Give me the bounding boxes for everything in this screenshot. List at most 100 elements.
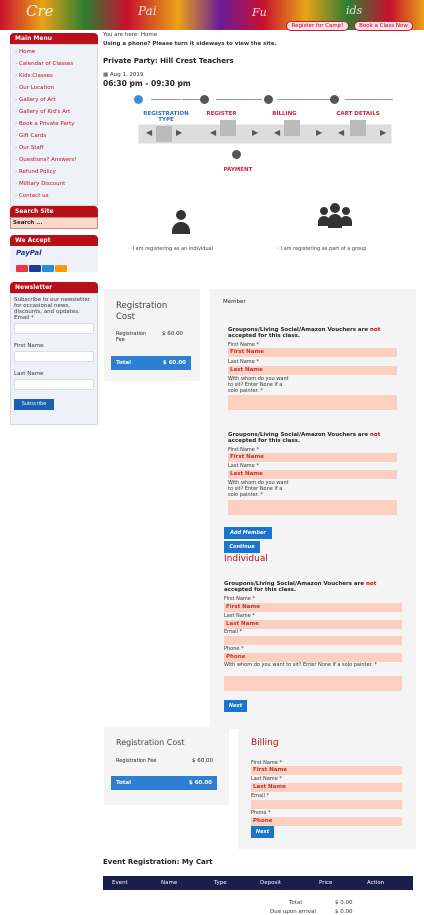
voucher-warning: Groupons/Living Social/Amazon Vouchers a… [224, 581, 404, 593]
add-member-button[interactable]: Add Member [224, 527, 272, 539]
sidebar-item-gift-cards[interactable]: Gift Cards [11, 130, 97, 142]
event-date-text: Aug 1, 2019 [109, 72, 144, 78]
next-button[interactable]: Next [224, 700, 247, 712]
step-line [278, 99, 330, 100]
total-label: Total [116, 360, 132, 366]
radio-group[interactable]: ◦ I am registering as part of a group [276, 246, 366, 252]
sit-with-textarea[interactable] [228, 500, 397, 515]
step-line [216, 99, 262, 100]
phone-input[interactable]: Phone [224, 653, 402, 662]
sidebar-item-kids-classes[interactable]: Kids Classes [11, 70, 97, 82]
registration-cost-panel-2: Registration Cost Registration Fee $ 60.… [104, 727, 229, 805]
paypal-text: PayPal [16, 249, 42, 257]
last-name-input[interactable]: Last Name [228, 470, 397, 479]
radio-group-label: I am registering as part of a group [280, 246, 367, 252]
first-name-input[interactable]: First Name [228, 453, 397, 462]
step-line [151, 99, 181, 100]
step-indicator-5 [232, 150, 241, 159]
first-name-field[interactable] [14, 351, 94, 362]
sidebar-item-calendar[interactable]: Calendar of Classes [11, 58, 97, 70]
member-label: Member [223, 299, 246, 305]
arrow-right-icon[interactable]: ▶ [252, 128, 258, 137]
step-thumb[interactable] [284, 120, 300, 136]
billing-title: Billing [251, 738, 279, 748]
billing-email-input[interactable] [251, 800, 402, 809]
arrow-right-icon[interactable]: ▶ [176, 128, 182, 137]
step-label-billing[interactable]: BILLING [262, 111, 307, 117]
email-field[interactable] [14, 323, 94, 334]
sidebar-item-private-party[interactable]: Book a Private Party [11, 118, 97, 130]
first-name-label: First Name [14, 343, 44, 349]
step-line [345, 99, 393, 100]
cart-table-header: Event Name Type Deposit Price Action [103, 876, 413, 890]
total-value: $ 60.00 [162, 360, 186, 366]
sidebar-item-staff[interactable]: Our Staff [11, 142, 97, 154]
phone-label: Phone * [224, 646, 244, 652]
sidebar-item-refund[interactable]: Refund Policy [11, 166, 97, 178]
cart-total-value: $ 0.00 [335, 900, 353, 906]
radio-individual-label: I am registering as an individual [132, 246, 214, 252]
last-name-field[interactable] [14, 379, 94, 390]
search-input[interactable]: Search ... [10, 217, 98, 229]
cart-due-value: $ 0.00 [335, 909, 353, 915]
arrow-left-icon[interactable]: ◀ [274, 128, 280, 137]
arrow-right-icon[interactable]: ▶ [316, 128, 322, 137]
sit-with-label: With whom do you want to sit? Enter None… [228, 376, 289, 394]
group-icon[interactable] [318, 203, 352, 229]
step-thumb[interactable] [220, 120, 236, 136]
sidebar-item-military[interactable]: Military Discount [11, 178, 97, 190]
register-camp-button[interactable]: Register for Camp! [286, 21, 349, 31]
email-input[interactable] [224, 636, 402, 645]
sit-with-textarea[interactable] [224, 676, 402, 691]
step-label-register[interactable]: REGISTER [199, 111, 244, 117]
first-name-input[interactable]: First Name [228, 348, 397, 357]
last-name-label: Last Name * [251, 776, 282, 782]
step-label-registration-type[interactable]: REGISTRATION TYPE [136, 111, 196, 123]
first-name-label: First Name * [224, 596, 255, 602]
step-thumb[interactable] [156, 126, 172, 142]
total-value: $ 60.00 [188, 780, 212, 786]
step-label-cart[interactable]: CART DETAILS [328, 111, 388, 117]
arrow-left-icon[interactable]: ◀ [146, 128, 152, 137]
event-title: Private Party: Hill Crest Teachers [103, 57, 234, 65]
last-name-input[interactable]: Last Name [224, 620, 402, 629]
registration-fee-label: Registration Fee [116, 758, 157, 764]
registration-fee-label: Registration Fee [116, 331, 147, 343]
arrow-left-icon[interactable]: ◀ [210, 128, 216, 137]
radio-individual[interactable]: ◦ I am registering as an individual [128, 246, 213, 252]
person-icon[interactable] [172, 210, 190, 236]
last-name-input[interactable]: Last Name [228, 366, 397, 375]
event-date: ▦ Aug 1, 2019 [103, 72, 143, 78]
sidebar-item-gallery-kids-art[interactable]: Gallery of Kid's Art [11, 106, 97, 118]
arrow-left-icon[interactable]: ◀ [338, 128, 344, 137]
step-label-payment[interactable]: PAYMENT [218, 167, 258, 173]
breadcrumb-home[interactable]: Home [141, 32, 157, 38]
billing-next-button[interactable]: Next [251, 826, 274, 838]
billing-last-name-input[interactable]: Last Name [251, 783, 402, 792]
col-type: Type [214, 880, 227, 886]
sidebar-item-home[interactable]: Home [11, 46, 97, 58]
warning-text-end: accepted for this class. [224, 587, 297, 593]
continue-button[interactable]: Continue [224, 541, 260, 553]
breadcrumb-prefix: You are here: [103, 32, 140, 38]
main-menu-list: Home Calendar of Classes Kids Classes Ou… [10, 44, 98, 206]
arrow-right-icon[interactable]: ▶ [380, 128, 386, 137]
voucher-warning: Groupons/Living Social/Amazon Vouchers a… [228, 327, 398, 339]
accept-title: We Accept [10, 235, 98, 246]
col-event: Event [112, 880, 128, 886]
billing-phone-input[interactable]: Phone [251, 817, 402, 826]
sidebar-item-location[interactable]: Our Location [11, 82, 97, 94]
billing-first-name-input[interactable]: First Name [251, 766, 402, 775]
subscribe-button[interactable]: Subscribe [14, 399, 54, 410]
sidebar-item-questions[interactable]: Questions? Answers! [11, 154, 97, 166]
last-name-label: Last Name * [228, 463, 259, 469]
sidebar-item-contact[interactable]: Contact us [11, 190, 97, 202]
sidebar-item-gallery-art[interactable]: Gallery of Art [11, 94, 97, 106]
sit-with-textarea[interactable] [228, 395, 397, 410]
newsletter-section: Newsletter Subscribe to our newsletter f… [10, 282, 98, 425]
credit-cards-icon [16, 257, 92, 276]
first-name-input[interactable]: First Name [224, 603, 402, 612]
book-class-button[interactable]: Book a Class Now [354, 21, 413, 31]
step-thumb[interactable] [350, 120, 366, 136]
main-menu-title: Main Menu [10, 33, 98, 44]
